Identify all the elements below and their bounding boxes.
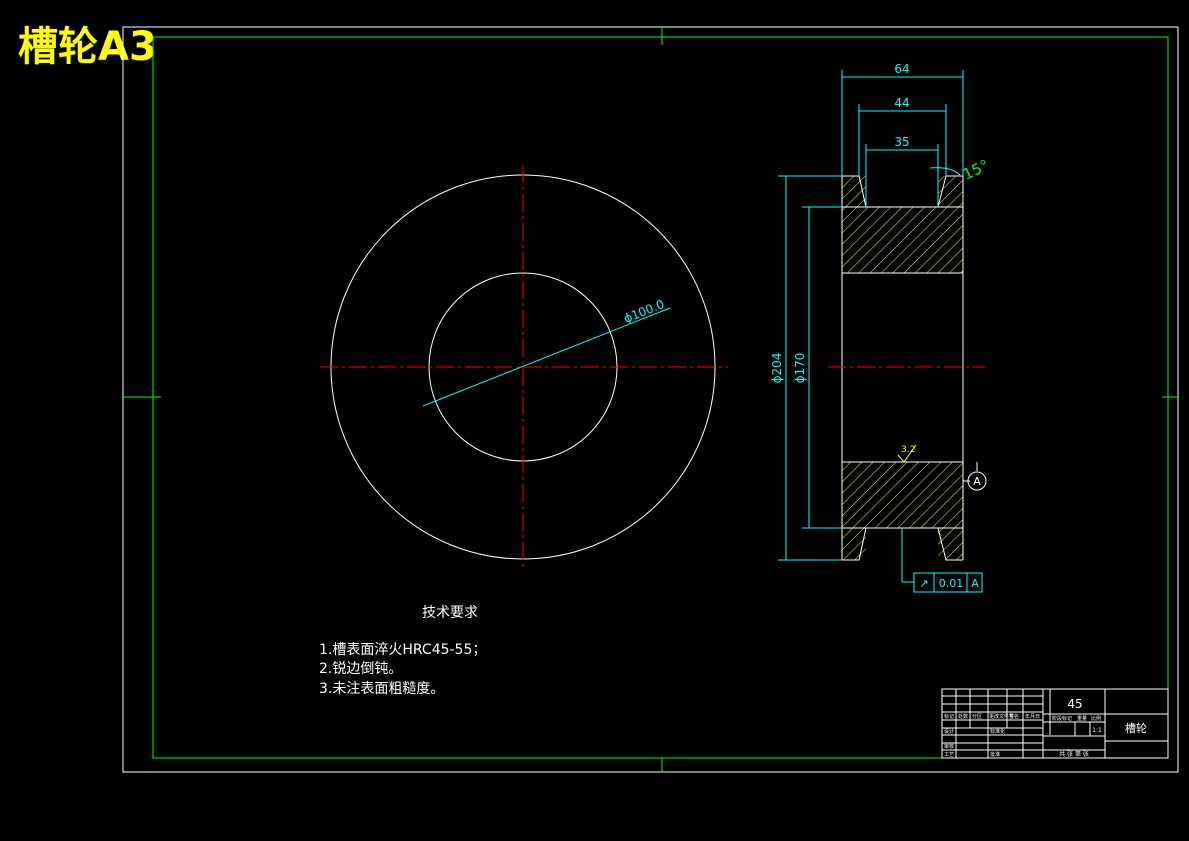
misc-standardize: 标准化 (990, 728, 1005, 735)
tolerance-value: 0.01 (939, 577, 964, 590)
row-label-process: 工艺 (944, 752, 954, 758)
front-view: ϕ100.0 (320, 165, 728, 570)
sheet-border (122, 26, 1179, 773)
header-cell-sign: 签名 (1009, 713, 1019, 720)
tech-item-3: 3.未注表面粗糙度。 (319, 681, 444, 697)
stage-label-mark: 阶段标记 (1052, 715, 1072, 722)
tolerance-symbol: ↗ (919, 577, 928, 590)
dim-inner-diameter: ϕ170 (793, 353, 807, 384)
header-cell-date: 年月日 (1025, 713, 1040, 720)
dim-outer-diameter: ϕ204 (770, 353, 784, 384)
dim-44: 44 (894, 96, 909, 110)
header-cell-zone: 分区 (972, 713, 982, 720)
datum-label: A (973, 475, 981, 488)
dim-angle: 15° (960, 156, 992, 184)
tech-item-1: 1.槽表面淬火HRC45-55； (319, 642, 486, 658)
centering-marks (123, 27, 1178, 772)
stage-label-weight: 重量 (1077, 715, 1087, 722)
misc-approve: 批准 (990, 751, 1000, 758)
material: 45 (1067, 697, 1082, 711)
tech-requirements: 技术要求 1.槽表面淬火HRC45-55； 2.锐边倒钝。 3.未注表面粗糙度。 (319, 605, 486, 697)
row-label-review: 审核 (944, 743, 954, 750)
scale: 1:1 (1092, 727, 1102, 734)
hatch-top-body (842, 207, 963, 273)
diameter-label: ϕ100.0 (622, 297, 666, 326)
row-label-design: 设计 (944, 728, 954, 735)
tech-heading: 技术要求 (422, 605, 478, 621)
roughness-value: 3.2 (901, 445, 915, 455)
tech-item-2: 2.锐边倒钝。 (319, 661, 402, 677)
drawing-title: 槽轮A3 (18, 24, 157, 70)
title-block: 45 槽轮 1:1 共 张 第 张 标记 设计 审核 工艺 处数 分区 更改文件… (941, 688, 1169, 759)
header-cell-count: 处数 (958, 713, 968, 720)
cad-drawing: 槽轮A3 ϕ100.0 64 44 35 15° ϕ204 ϕ170 3.2 A… (18, 24, 1179, 773)
dim-35: 35 (894, 135, 909, 149)
tolerance-datum: A (971, 577, 979, 590)
drawing-frame (152, 36, 1169, 759)
hatch-bottom-body (842, 462, 963, 528)
sheet-count: 共 张 第 张 (1059, 750, 1089, 758)
diameter-dimensions (778, 175, 842, 561)
part-name: 槽轮 (1125, 721, 1147, 735)
dim-64: 64 (894, 62, 909, 76)
section-view: 64 44 35 15° ϕ204 ϕ170 3.2 A ↗ 0.01 A (770, 62, 992, 593)
row-label-mark: 标记 (944, 713, 954, 720)
stage-label-scale: 比例 (1091, 715, 1101, 722)
